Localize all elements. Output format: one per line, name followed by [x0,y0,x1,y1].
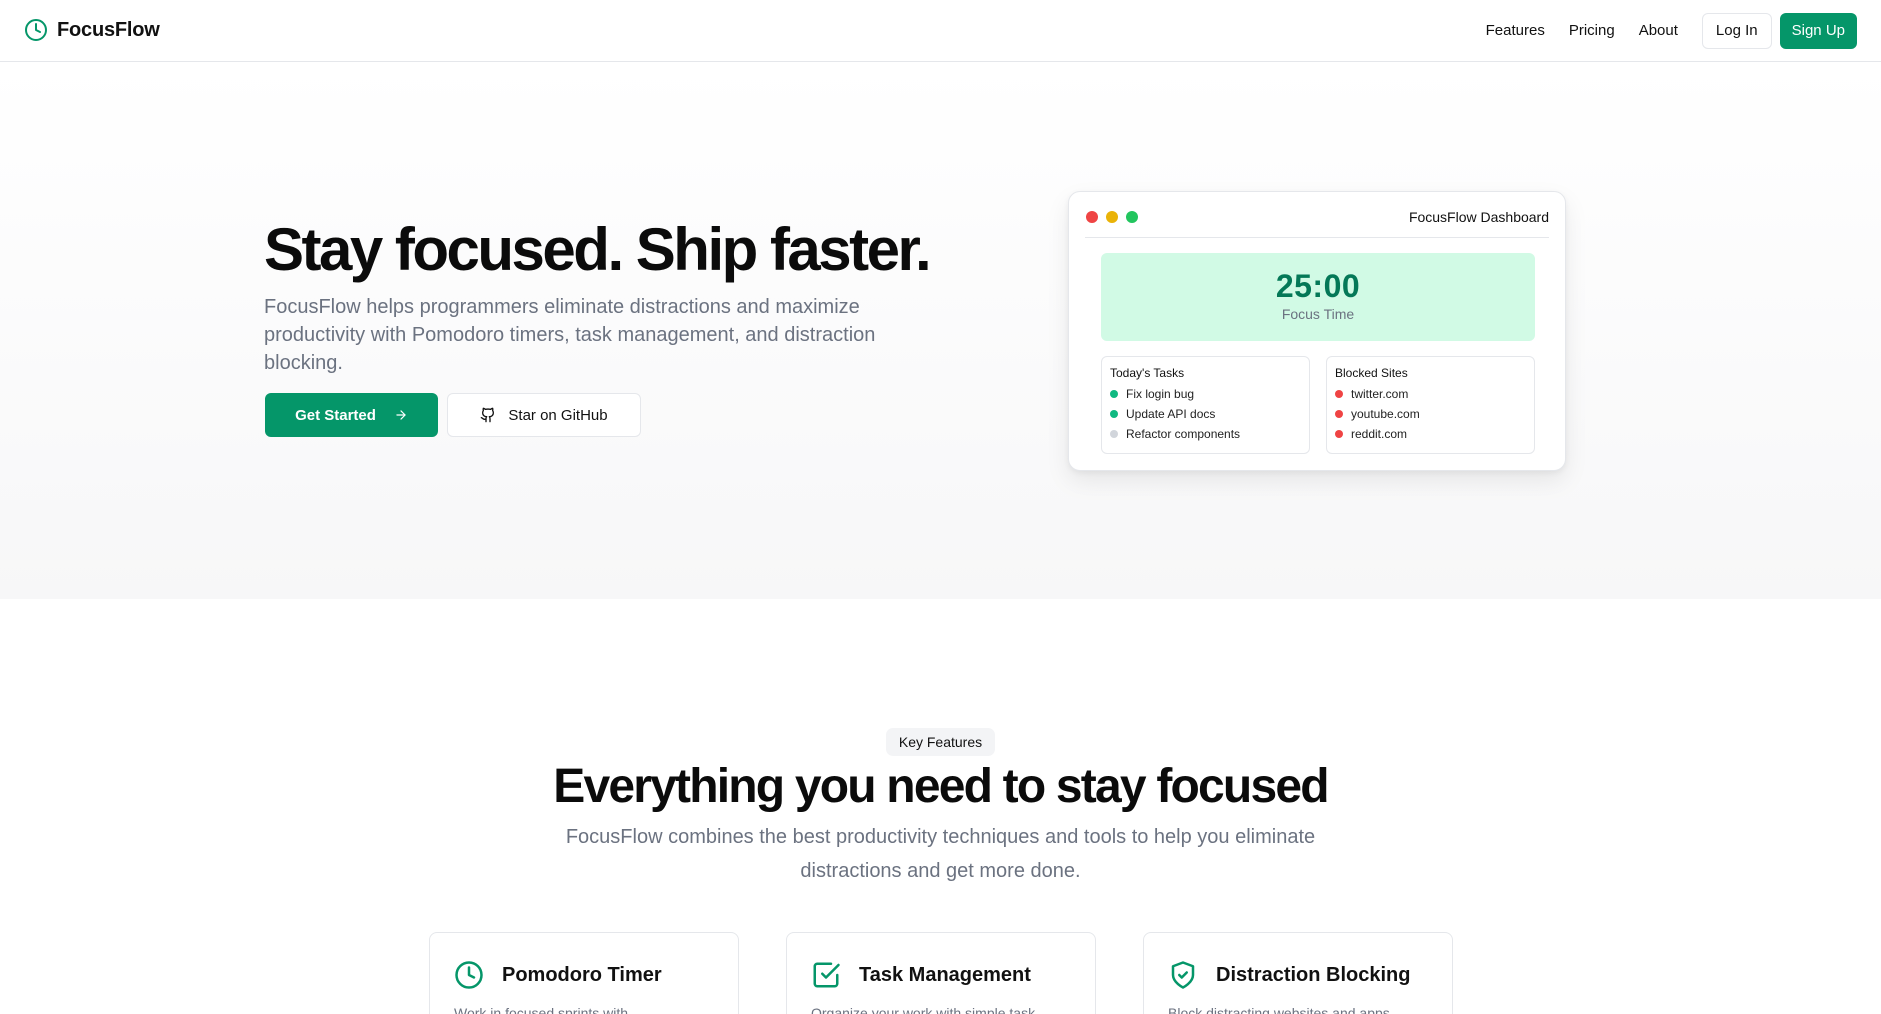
star-github-label: Star on GitHub [508,406,608,424]
get-started-label: Get Started [295,406,376,424]
task-label: Refactor components [1126,427,1241,441]
tasks-panel-title: Today's Tasks [1110,366,1185,380]
tasks-panel: Today's Tasks Fix login bug Update API d… [1101,356,1310,454]
blocked-dot [1335,410,1343,418]
feature-card-header: Distraction Blocking [1168,960,1410,990]
nav-pricing-link[interactable]: Pricing [1569,13,1615,49]
feature-card-description: Block distracting websites and apps [1168,1005,1390,1014]
feature-card-header: Task Management [811,960,1031,990]
hero-section: Stay focused. Ship faster. FocusFlow hel… [0,62,1881,599]
task-status-dot [1110,410,1118,418]
blocked-dot [1335,430,1343,438]
feature-card-description: Organize your work with simple task [811,1005,1036,1014]
feature-card-title: Distraction Blocking [1216,963,1411,986]
nav-features-link[interactable]: Features [1486,13,1545,49]
shield-check-icon [1171,961,1195,989]
get-started-button[interactable]: Get Started [265,393,438,437]
blocked-dot [1335,390,1343,398]
dashboard-title: FocusFlow Dashboard [1408,209,1549,225]
feature-card-tasks: Task Management Organize your work with … [786,932,1096,1014]
list-item: Refactor components [1110,427,1301,441]
signup-button[interactable]: Sign Up [1779,13,1857,49]
feature-card-description: Work in focused sprints with [454,1005,629,1014]
site-label: reddit.com [1351,427,1408,441]
window-close-dot [1086,211,1098,223]
login-button[interactable]: Log In [1701,13,1772,49]
features-title: Everything you need to stay focused [553,760,1329,813]
feature-card-title: Pomodoro Timer [502,963,662,986]
arrow-right-icon [396,410,406,420]
site-label: youtube.com [1351,407,1420,421]
feature-card-pomodoro: Pomodoro Timer Work in focused sprints w… [429,932,739,1014]
task-status-dot [1110,430,1118,438]
list-item: Update API docs [1110,407,1301,421]
star-github-button[interactable]: Star on GitHub [447,393,641,437]
check-square-icon [813,962,840,988]
list-item: twitter.com [1335,387,1526,401]
main-nav: Features Pricing About Log In Sign Up [1486,13,1857,49]
timer-value: 25:00 [1275,268,1361,304]
nav-about-link[interactable]: About [1639,13,1678,49]
focus-timer: 25:00 Focus Time [1101,253,1535,341]
brand-logo[interactable]: FocusFlow [24,18,160,42]
features-subtitle: FocusFlow combines the best productivity… [565,826,1316,882]
blocked-sites-panel: Blocked Sites twitter.com youtube.com re… [1326,356,1535,454]
task-status-dot [1110,390,1118,398]
blocked-sites-title: Blocked Sites [1335,366,1408,380]
list-item: youtube.com [1335,407,1526,421]
clock-icon [455,961,483,989]
hero-actions: Get Started Star on GitHub [265,393,641,437]
top-header: FocusFlow Features Pricing About Log In … [0,0,1881,62]
timer-label: Focus Time [1281,306,1355,323]
hero-title: Stay focused. Ship faster. [264,216,932,283]
task-label: Fix login bug [1126,387,1195,401]
task-label: Update API docs [1126,407,1216,421]
brand-name: FocusFlow [57,18,160,41]
dashboard-preview: FocusFlow Dashboard 25:00 Focus Time Tod… [1068,191,1566,471]
window-minimize-dot [1106,211,1118,223]
hero-subtitle: FocusFlow helps programmers eliminate di… [264,296,876,374]
list-item: reddit.com [1335,427,1526,441]
feature-card-blocking: Distraction Blocking Block distracting w… [1143,932,1453,1014]
key-features-badge: Key Features [886,728,995,756]
feature-card-title: Task Management [859,963,1031,986]
clock-icon [25,19,47,41]
window-maximize-dot [1126,211,1138,223]
site-label: twitter.com [1351,387,1409,401]
list-item: Fix login bug [1110,387,1301,401]
dashboard-titlebar: FocusFlow Dashboard [1085,192,1549,238]
feature-card-header: Pomodoro Timer [454,960,662,990]
github-icon [481,407,495,423]
